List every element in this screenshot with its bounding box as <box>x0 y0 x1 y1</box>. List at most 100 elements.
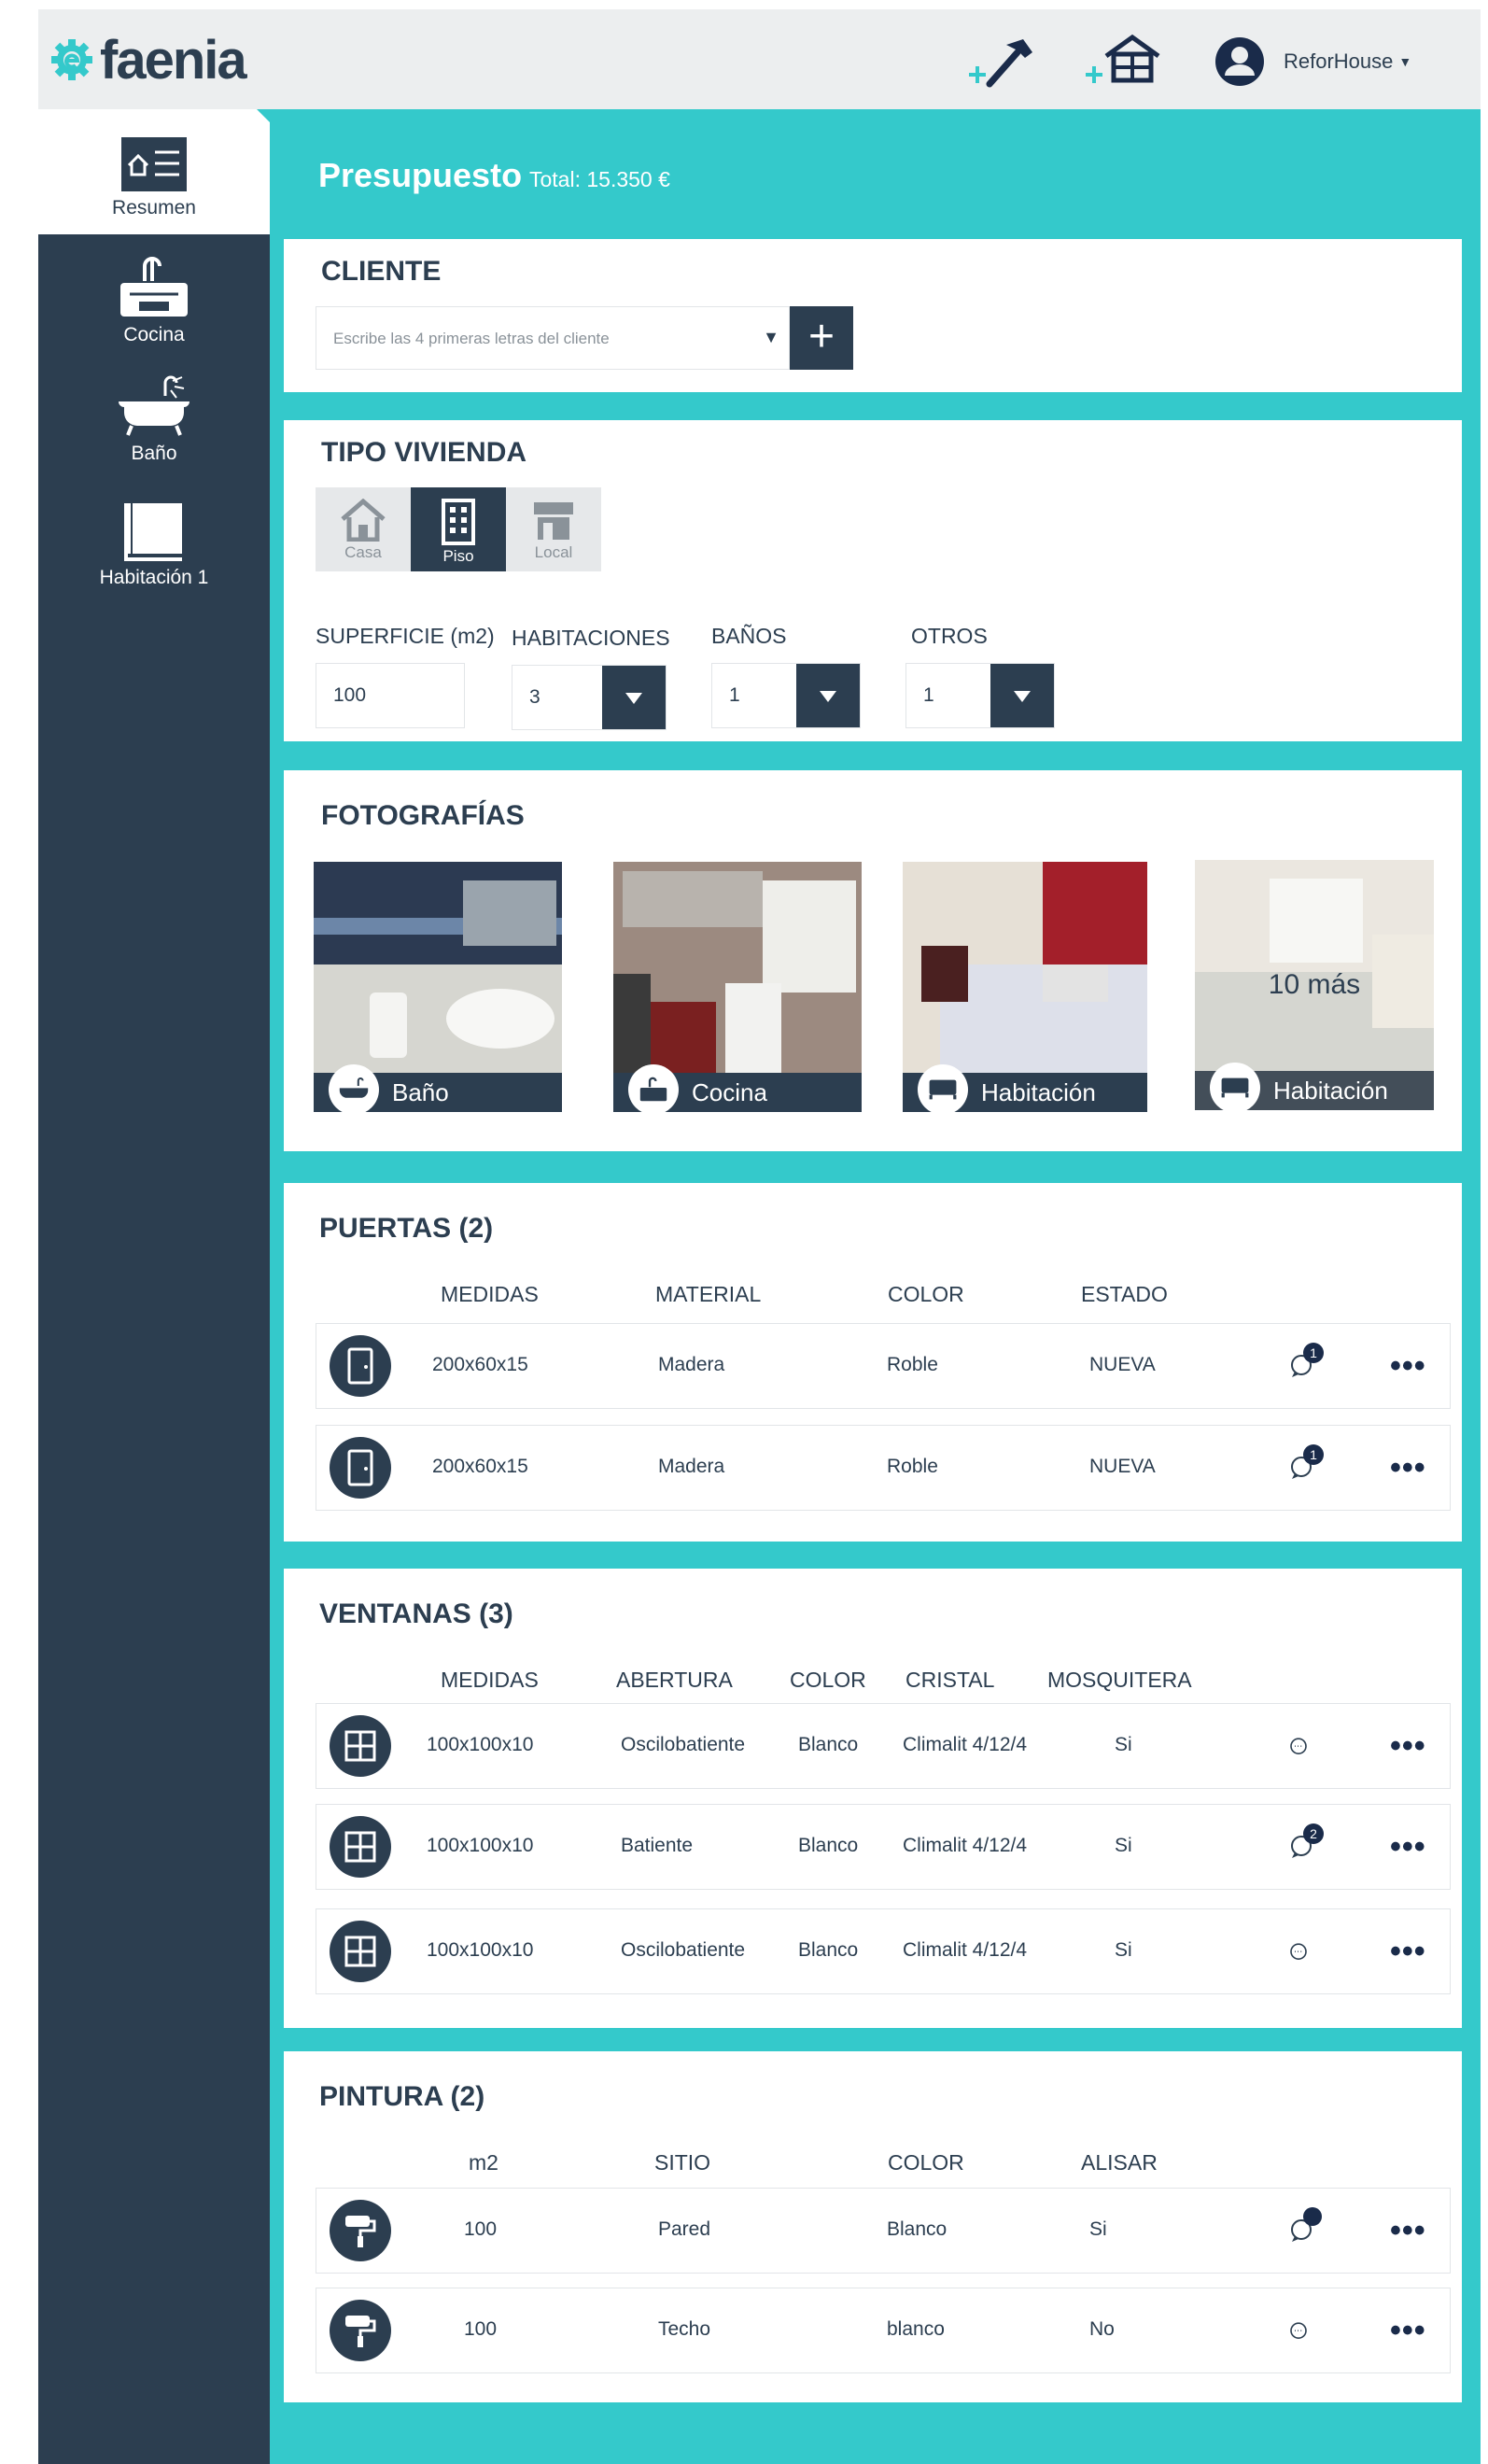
more-options-icon[interactable]: ••• <box>1390 1934 1426 1970</box>
cell-cristal: Climalit 4/12/4 <box>903 1939 1028 1961</box>
photo-habitacion-1[interactable]: Habitación <box>903 862 1147 1112</box>
table-row[interactable]: 100 Pared Blanco Si ••• <box>316 2188 1451 2274</box>
cell-medidas: 100x100x10 <box>427 1835 534 1856</box>
house-plus-icon <box>1086 34 1160 83</box>
superficie-input[interactable]: 100 <box>316 663 465 728</box>
add-repair-button[interactable] <box>965 34 1040 90</box>
type-local-button[interactable]: Local <box>506 487 601 571</box>
table-row[interactable]: 200x60x15 Madera Roble NUEVA 1 ••• <box>316 1425 1451 1511</box>
add-property-button[interactable] <box>1082 34 1160 90</box>
client-search-select[interactable]: Escribe las 4 primeras letras del client… <box>316 306 790 370</box>
kitchen-sink-icon <box>120 257 188 317</box>
paint-roller-icon <box>330 2300 391 2361</box>
column-header: COLOR <box>888 1282 964 1306</box>
more-options-icon[interactable]: ••• <box>1390 2213 1426 2249</box>
cell-cristal: Climalit 4/12/4 <box>903 1835 1028 1856</box>
chevron-down-icon: ▼ <box>763 328 779 346</box>
sidebar-item-cocina[interactable]: Cocina <box>38 257 270 359</box>
comment-count-badge <box>1303 2207 1322 2226</box>
sidebar-item-habitacion-1[interactable]: Habitación 1 <box>38 501 270 604</box>
comment-icon[interactable] <box>1287 2320 1310 2343</box>
chevron-down-icon: ▼ <box>1398 54 1412 69</box>
sidebar-item-resumen[interactable]: Resumen <box>38 109 270 234</box>
column-header: ABERTURA <box>616 1668 733 1692</box>
photo-label: Cocina <box>692 1077 767 1106</box>
sidebar-item-label: Habitación 1 <box>99 567 209 588</box>
photo-label: Habitación <box>1273 1076 1388 1105</box>
table-row[interactable]: 100 Techo blanco No ••• <box>316 2288 1451 2373</box>
room-icon <box>124 503 182 561</box>
user-name: ReforHouse <box>1284 49 1394 73</box>
photos-card: FOTOGRAFÍAS Baño Cocina Habitación 10 má… <box>284 770 1462 1151</box>
type-casa-button[interactable]: Casa <box>316 487 411 571</box>
chevron-down-icon <box>602 666 666 729</box>
window-icon <box>330 1715 391 1777</box>
banos-select[interactable]: 1 <box>711 663 861 728</box>
comment-icon[interactable] <box>1287 1941 1310 1964</box>
bathtub-icon <box>329 1064 379 1112</box>
habitaciones-select[interactable]: 3 <box>512 665 667 730</box>
cell-abertura: Batiente <box>621 1835 694 1856</box>
add-client-button[interactable]: + <box>790 306 853 370</box>
table-row[interactable]: 100x100x10 Oscilobatiente Blanco Climali… <box>316 1703 1451 1789</box>
cell-sitio: Pared <box>658 2218 711 2240</box>
table-row[interactable]: 200x60x15 Madera Roble NUEVA 1 ••• <box>316 1323 1451 1409</box>
comment-count-badge: 2 <box>1303 1823 1324 1844</box>
more-options-icon[interactable]: ••• <box>1390 1450 1426 1486</box>
photo-bano[interactable]: Baño <box>314 862 562 1112</box>
comment-count-badge: 1 <box>1303 1343 1324 1363</box>
section-title: CLIENTE <box>321 256 442 287</box>
table-row[interactable]: 100x100x10 Oscilobatiente Blanco Climali… <box>316 1908 1451 1994</box>
chevron-down-icon <box>796 664 860 727</box>
cell-abertura: Oscilobatiente <box>621 1939 746 1961</box>
cell-cristal: Climalit 4/12/4 <box>903 1734 1028 1755</box>
windows-card: VENTANAS (3) MEDIDAS ABERTURA COLOR CRIS… <box>284 1569 1462 2028</box>
column-header: MEDIDAS <box>441 1282 539 1306</box>
cell-alisar: No <box>1089 2318 1115 2340</box>
more-options-icon[interactable]: ••• <box>1390 1829 1426 1866</box>
cell-sitio: Techo <box>658 2318 711 2340</box>
more-photos-label: 10 más <box>1268 969 1361 1000</box>
photo-caption: Cocina <box>613 1064 862 1112</box>
bedroom-photo <box>903 862 1147 1073</box>
column-header: COLOR <box>790 1668 866 1692</box>
logo[interactable]: faenia <box>48 30 247 91</box>
cell-abertura: Oscilobatiente <box>621 1734 746 1755</box>
cell-m2: 100 <box>464 2318 498 2340</box>
sidebar-item-bano[interactable]: Baño <box>38 373 270 476</box>
page-title: Presupuesto <box>318 156 523 194</box>
otros-select[interactable]: 1 <box>905 663 1055 728</box>
cell-material: Madera <box>658 1354 725 1375</box>
housing-type-card: TIPO VIVIENDA Casa Piso Local SUPERFICIE… <box>284 420 1462 741</box>
photo-habitacion-2[interactable]: 10 más Habitación <box>1195 860 1434 1110</box>
section-title: VENTANAS (3) <box>319 1598 513 1629</box>
more-options-icon[interactable]: ••• <box>1390 2313 1426 2349</box>
sidebar: Resumen Cocina Baño Habitación 1 <box>38 109 270 2464</box>
cell-medidas: 200x60x15 <box>432 1456 528 1477</box>
photo-caption: Baño <box>314 1064 562 1112</box>
section-title: PINTURA (2) <box>319 2081 485 2112</box>
building-icon <box>442 499 475 545</box>
user-menu[interactable]: ReforHouse ▼ <box>1214 35 1411 88</box>
habitaciones-label: HABITACIONES <box>512 626 670 650</box>
cell-alisar: Si <box>1089 2218 1107 2240</box>
cell-estado: NUEVA <box>1089 1354 1156 1375</box>
type-piso-button[interactable]: Piso <box>411 487 506 571</box>
photo-cocina[interactable]: Cocina <box>613 862 862 1112</box>
budget-total: Total: 15.350 € <box>529 167 670 191</box>
more-options-icon[interactable]: ••• <box>1390 1728 1426 1765</box>
table-row[interactable]: 100x100x10 Batiente Blanco Climalit 4/12… <box>316 1804 1451 1890</box>
banos-value: 1 <box>729 684 740 706</box>
photo-label: Baño <box>392 1077 449 1106</box>
section-title: PUERTAS (2) <box>319 1213 494 1244</box>
active-indicator <box>257 109 270 122</box>
column-header: m2 <box>469 2150 498 2175</box>
window-icon <box>330 1921 391 1982</box>
column-header: MATERIAL <box>655 1282 762 1306</box>
section-title: FOTOGRAFÍAS <box>321 800 525 831</box>
chevron-down-icon <box>990 664 1054 727</box>
more-options-icon[interactable]: ••• <box>1390 1348 1426 1385</box>
door-icon <box>330 1437 391 1499</box>
comment-icon[interactable] <box>1287 1736 1310 1758</box>
cell-color: Blanco <box>798 1734 859 1755</box>
